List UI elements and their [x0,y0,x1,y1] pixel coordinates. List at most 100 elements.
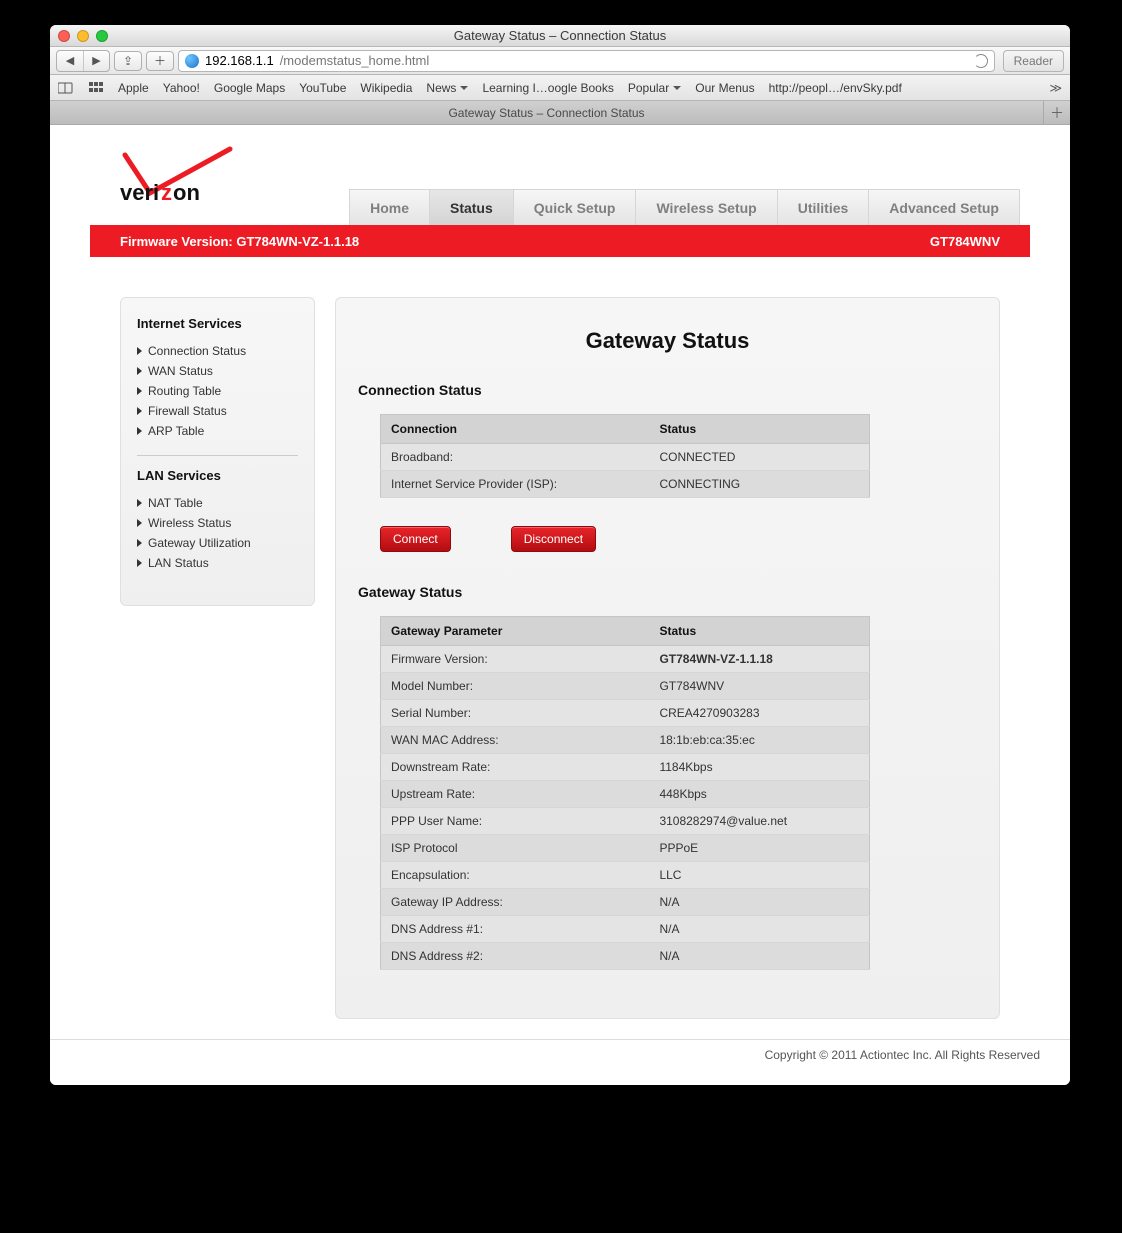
sidebar-item[interactable]: Gateway Utilization [137,533,298,553]
cell-value: CREA4270903283 [649,700,869,727]
forward-button[interactable]: ▶ [83,51,109,71]
sidebar-item[interactable]: ARP Table [137,421,298,441]
sidebar-item-label: Connection Status [148,344,246,358]
sidebar-item-label: Gateway Utilization [148,536,251,550]
minimize-button[interactable] [77,30,89,42]
table-row: Downstream Rate:1184Kbps [381,754,870,781]
nav-utilities[interactable]: Utilities [778,190,870,225]
url-field[interactable]: 192.168.1.1/modemstatus_home.html [178,50,995,72]
svg-text:on: on [173,180,200,205]
cell-value: 18:1b:eb:ca:35:ec [649,727,869,754]
bookmark-item[interactable]: Learning I…oogle Books [482,81,613,95]
table-row: ISP ProtocolPPPoE [381,835,870,862]
sidebar-item-label: Wireless Status [148,516,231,530]
gw-col-param: Gateway Parameter [381,617,650,646]
cell-value: CONNECTED [649,444,869,471]
connection-status-heading: Connection Status [358,382,977,398]
url-host: 192.168.1.1 [205,53,274,68]
bookmarks-overflow-icon[interactable]: ≫ [1049,81,1062,95]
bookmark-item[interactable]: Yahoo! [163,81,200,95]
bookmark-item[interactable]: http://peopl…/envSky.pdf [769,81,902,95]
nav-quick-setup[interactable]: Quick Setup [514,190,637,225]
cell-label: Internet Service Provider (ISP): [381,471,650,498]
caret-icon [137,347,142,355]
bookmark-item[interactable]: Apple [118,81,149,95]
svg-text:veri: veri [120,180,159,205]
back-button[interactable]: ◀ [57,51,83,71]
connect-button[interactable]: Connect [380,526,451,552]
cell-value: GT784WNV [649,673,869,700]
window-controls [58,30,108,42]
url-path: /modemstatus_home.html [280,53,430,68]
caret-icon [137,499,142,507]
cell-value: 3108282974@value.net [649,808,869,835]
nav-status[interactable]: Status [430,190,514,225]
reload-icon[interactable] [974,54,988,68]
sidebar-heading-lan: LAN Services [137,468,298,483]
cell-label: Upstream Rate: [381,781,650,808]
verizon-logo: veri z on [120,145,250,208]
add-bookmark-button[interactable]: ＋ [146,51,174,71]
sidebar-item[interactable]: WAN Status [137,361,298,381]
bookmark-item[interactable]: Popular [628,81,681,95]
bookmark-item[interactable]: Wikipedia [360,81,412,95]
top-sites-icon[interactable] [88,81,104,95]
table-row: Upstream Rate:448Kbps [381,781,870,808]
firmware-banner: Firmware Version: GT784WN-VZ-1.1.18 GT78… [90,225,1030,257]
nav-home[interactable]: Home [350,190,430,225]
table-row: Broadband:CONNECTED [381,444,870,471]
caret-icon [137,367,142,375]
bookmark-item[interactable]: Google Maps [214,81,285,95]
table-row: Model Number:GT784WNV [381,673,870,700]
gateway-status-table: Gateway Parameter Status Firmware Versio… [380,616,870,970]
zoom-button[interactable] [96,30,108,42]
cell-value: N/A [649,889,869,916]
cell-label: PPP User Name: [381,808,650,835]
table-row: PPP User Name:3108282974@value.net [381,808,870,835]
share-button[interactable]: ⇪ [114,51,142,71]
reader-button[interactable]: Reader [1003,50,1064,72]
bookmark-item[interactable]: Our Menus [695,81,754,95]
sidebar-item[interactable]: LAN Status [137,553,298,573]
page-title: Gateway Status [358,328,977,354]
cell-value: CONNECTING [649,471,869,498]
page-viewport[interactable]: veri z on HomeStatusQuick SetupWireless … [50,125,1070,1085]
cell-label: Downstream Rate: [381,754,650,781]
sidebar-item[interactable]: Wireless Status [137,513,298,533]
firmware-label: Firmware Version: [120,234,233,249]
new-tab-button[interactable]: ＋ [1044,101,1070,124]
sidebar-item[interactable]: NAT Table [137,493,298,513]
table-row: WAN MAC Address:18:1b:eb:ca:35:ec [381,727,870,754]
cell-value: 448Kbps [649,781,869,808]
disconnect-button[interactable]: Disconnect [511,526,596,552]
nav-advanced-setup[interactable]: Advanced Setup [869,190,1019,225]
sidebar-item[interactable]: Connection Status [137,341,298,361]
main-panel: Gateway Status Connection Status Connect… [335,297,1000,1019]
gw-col-status: Status [649,617,869,646]
cell-label: Firmware Version: [381,646,650,673]
tab-current[interactable]: Gateway Status – Connection Status [50,101,1044,124]
table-row: Serial Number:CREA4270903283 [381,700,870,727]
conn-col-status: Status [649,415,869,444]
firmware-value: GT784WN-VZ-1.1.18 [236,234,359,249]
sidebar: Internet Services Connection StatusWAN S… [120,297,315,606]
sidebar-item[interactable]: Routing Table [137,381,298,401]
nav-wireless-setup[interactable]: Wireless Setup [636,190,777,225]
table-row: Firmware Version:GT784WN-VZ-1.1.18 [381,646,870,673]
cell-label: DNS Address #1: [381,916,650,943]
caret-icon [137,559,142,567]
sidebar-item[interactable]: Firewall Status [137,401,298,421]
bookmark-item[interactable]: News [426,81,468,95]
cell-label: Encapsulation: [381,862,650,889]
sidebar-item-label: ARP Table [148,424,204,438]
table-row: DNS Address #2:N/A [381,943,870,970]
sidebar-item-label: Firewall Status [148,404,227,418]
sidebar-item-label: NAT Table [148,496,203,510]
bookmark-item[interactable]: YouTube [299,81,346,95]
cell-label: Serial Number: [381,700,650,727]
reading-list-icon[interactable] [58,81,74,95]
cell-value: GT784WN-VZ-1.1.18 [649,646,869,673]
footer: Copyright © 2011 Actiontec Inc. All Righ… [50,1039,1070,1070]
cell-value: N/A [649,916,869,943]
close-button[interactable] [58,30,70,42]
